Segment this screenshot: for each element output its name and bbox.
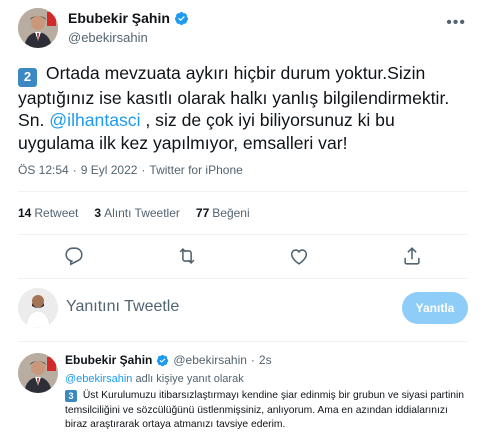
replying-to: @ebekirsahin adlı kişiye yanıt olarak (65, 373, 468, 385)
divider (18, 278, 468, 279)
tweet-time-ago[interactable]: 2s (259, 353, 272, 367)
like-icon[interactable] (288, 245, 310, 267)
number-badge: 2 (18, 67, 37, 87)
author-handle[interactable]: @ebekirsahin (68, 30, 148, 45)
tweet-source[interactable]: Twitter for iPhone (149, 163, 242, 177)
quotes-count: 3 (94, 206, 102, 220)
reply-composer: Yanıtını Tweetle Yanıtla (18, 288, 468, 328)
author-avatar[interactable] (18, 353, 58, 393)
retweets-stat[interactable]: 14 Retweet (18, 206, 78, 220)
tweet-text: 2 Ortada mevzuata aykırı hiçbir durum yo… (18, 62, 468, 154)
user-avatar[interactable] (18, 288, 58, 328)
tweet-time[interactable]: ÖS 12:54 (18, 163, 69, 177)
tweet-stats: 14 Retweet 3 Alıntı Tweetler 77 Beğeni (18, 206, 250, 220)
retweet-icon[interactable] (176, 245, 198, 267)
divider (18, 341, 468, 342)
quotes-label: Alıntı Tweetler (104, 206, 180, 220)
mention-link[interactable]: @ebekirsahin (65, 373, 132, 385)
tweet-date[interactable]: 9 Eyl 2022 (81, 163, 138, 177)
verified-badge-icon (157, 354, 169, 366)
author-avatar[interactable] (18, 8, 58, 48)
author-name[interactable]: Ebubekir Şahin (65, 353, 152, 367)
replying-suffix: adlı kişiye yanıt olarak (132, 373, 244, 385)
meta-separator: · (250, 353, 255, 367)
tweet-actions (18, 245, 468, 267)
verified-badge-icon (174, 11, 188, 25)
divider (18, 191, 468, 192)
retweets-count: 14 (18, 206, 32, 220)
author-name[interactable]: Ebubekir Şahin (68, 10, 170, 26)
reply-text-content: Üst Kurulumuzu itibarsızlaştırmayı kendi… (65, 390, 465, 430)
reply-tweet-text: 3 Üst Kurulumuzu itibarsızlaştırmayı ken… (65, 389, 468, 433)
mention-link[interactable]: @ilhantasci (49, 110, 140, 130)
likes-count: 77 (195, 206, 210, 220)
more-icon[interactable]: ••• (446, 14, 466, 32)
reply-author-row: Ebubekir Şahin @ebekirsahin · 2s (65, 353, 468, 367)
share-icon[interactable] (401, 245, 423, 267)
reply-tweet-body: Ebubekir Şahin @ebekirsahin · 2s @ebekir… (65, 353, 468, 433)
reply-input[interactable]: Yanıtını Tweetle (66, 298, 179, 316)
tweet-header: Ebubekir Şahin @ebekirsahin ••• (18, 8, 468, 48)
tweet-meta: ÖS 12:54 · 9 Eyl 2022 · Twitter for iPho… (18, 163, 243, 177)
quotes-stat[interactable]: 3 Alıntı Tweetler (94, 206, 180, 220)
likes-stat[interactable]: 77 Beğeni (196, 206, 250, 220)
meta-separator: · (141, 163, 146, 177)
number-badge: 3 (65, 390, 77, 403)
author-handle[interactable]: @ebekirsahin (173, 353, 247, 367)
reply-button[interactable]: Yanıtla (402, 292, 468, 324)
retweets-label: Retweet (34, 206, 79, 220)
meta-separator: · (72, 163, 77, 177)
reply-icon[interactable] (63, 245, 85, 267)
author-name-row: Ebubekir Şahin (68, 10, 189, 26)
likes-label: Beğeni (212, 206, 250, 220)
divider (18, 234, 468, 235)
